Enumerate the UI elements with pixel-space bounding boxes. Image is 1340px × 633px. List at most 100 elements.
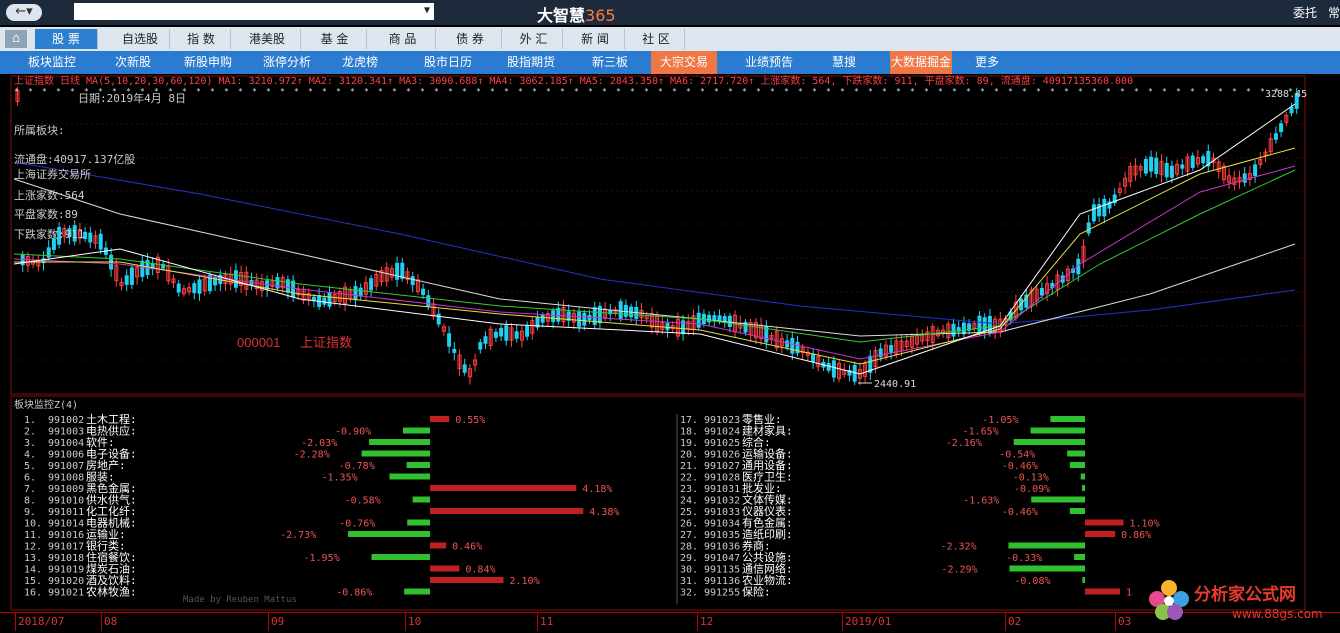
sector-no: 18. (680, 427, 698, 438)
low-price-label: 2440.91 (874, 379, 916, 390)
submenu-tab[interactable]: 业绩预告 (731, 51, 807, 74)
candle-body (478, 342, 483, 350)
candle-body (447, 333, 452, 347)
home-icon[interactable]: ⌂ (5, 30, 27, 48)
submenu-tab[interactable]: 新股申购 (174, 51, 242, 74)
submenu-tab[interactable]: 股市日历 (412, 51, 484, 74)
sector-code: 991036 (704, 542, 740, 553)
submenu-tab[interactable]: 股指期货 (494, 51, 568, 74)
submenu-tab[interactable]: 慧搜 (816, 51, 872, 74)
candle-body (176, 283, 181, 293)
sector-no: 29. (680, 553, 698, 564)
candle-body (1242, 173, 1247, 183)
marker-glyph: * (1022, 87, 1027, 96)
marker-glyph: * (1190, 87, 1195, 96)
time-tick-line (697, 613, 698, 631)
back-arrow-icon: ←▾ (15, 4, 33, 19)
marker-glyph: * (252, 87, 257, 96)
marker-glyph: * (994, 87, 999, 96)
menu-tab[interactable]: 债 券 (439, 29, 502, 49)
menu-tab[interactable]: 指 数 (172, 29, 231, 49)
marker-glyph: * (518, 87, 523, 96)
sector-code: 991047 (704, 553, 740, 564)
marker-glyph: * (336, 87, 341, 96)
title-bar: ←▾ ▼ 大智慧365 委托 常 (0, 0, 1340, 25)
date-label: 日期:2019年4月 8日 (78, 91, 186, 105)
candle-body (395, 262, 400, 280)
sector-bar (1080, 473, 1085, 480)
marker-glyph: * (532, 87, 537, 96)
submenu-tab[interactable]: 更多 (972, 51, 1002, 74)
sector-value: 1.10% (1130, 519, 1160, 530)
candle-body (1086, 222, 1091, 234)
sector-bar (430, 485, 577, 491)
sector-no: 25. (680, 507, 698, 518)
time-tick: 2019/01 (845, 615, 892, 628)
marker-glyph: * (224, 87, 229, 96)
marker-glyph: * (280, 87, 285, 96)
candle-body (504, 325, 509, 341)
candle-body (1164, 162, 1169, 178)
marker-glyph: * (1092, 87, 1097, 96)
sector-code: 991007 (48, 461, 84, 472)
sector-value: -2.28% (294, 450, 330, 461)
sector-no: 27. (680, 530, 698, 541)
candle-body (1102, 198, 1107, 217)
submenu-tab[interactable]: 新三板 (581, 51, 639, 74)
info-text: 所属板块: (14, 123, 65, 137)
sector-code: 991135 (704, 565, 740, 576)
made-by-label: Made by Reuben Mattus (183, 595, 297, 605)
marker-glyph: * (1050, 87, 1055, 96)
submenu-tab[interactable]: 大宗交易 (651, 51, 717, 74)
candle-body (618, 301, 623, 320)
submenu-tab[interactable]: 板块监控 (14, 51, 90, 74)
sector-no: 23. (680, 484, 698, 495)
address-combo[interactable]: ▼ (74, 3, 434, 20)
kline-chart[interactable]: 上证指数 日线 MA(5,10,20,30,60,120) MA1: 3210.… (0, 74, 1340, 612)
back-button[interactable]: ←▾ (6, 4, 42, 21)
trade-button[interactable]: 委托 (1293, 4, 1317, 21)
candle-body (499, 327, 504, 337)
candle-body (233, 270, 238, 288)
sector-no: 13. (24, 553, 42, 564)
time-axis[interactable]: 2018/07 08 09 10 11 12 2019/01 02 03 (0, 612, 1340, 633)
submenu-tab[interactable]: 涨停分析 (254, 51, 320, 74)
menu-tab[interactable]: 外 汇 (505, 29, 563, 49)
chevron-down-icon[interactable]: ▼ (424, 5, 430, 16)
candle-body (197, 279, 202, 294)
brand-number: 365 (585, 6, 616, 25)
sector-value: -0.78% (339, 461, 375, 472)
candle-body (421, 288, 426, 295)
menu-tab[interactable]: 股 票 (35, 29, 98, 49)
menu-tab[interactable]: 港美股 (234, 29, 301, 49)
menu-tab[interactable]: 商 品 (370, 29, 436, 49)
sector-value: -1.95% (304, 553, 340, 564)
marker-glyph: * (364, 87, 369, 96)
sector-code: 991016 (48, 530, 84, 541)
candle-body (426, 295, 431, 307)
marker-glyph: * (14, 87, 19, 96)
common-button[interactable]: 常 (1328, 4, 1340, 21)
submenu-tab[interactable]: 大数据掘金 (890, 51, 952, 74)
sector-bar (1082, 577, 1085, 583)
menu-tab[interactable]: 社 区 (628, 29, 685, 49)
sector-name[interactable]: 保险: (742, 585, 771, 599)
sector-bar (404, 588, 430, 595)
sector-name[interactable]: 农林牧渔: (86, 585, 137, 599)
submenu-tab[interactable]: 龙虎榜 (327, 51, 393, 74)
brand-text: 大智慧 (537, 6, 586, 25)
marker-glyph: * (770, 87, 775, 96)
submenu-tab[interactable]: 次新股 (104, 51, 162, 74)
menu-tab[interactable]: 新 闻 (566, 29, 625, 49)
marker-glyph: * (686, 87, 691, 96)
sector-no: 19. (680, 438, 698, 449)
candle-body (977, 315, 982, 334)
sector-bar (1067, 450, 1085, 457)
marker-glyph: * (630, 87, 635, 96)
marker-glyph: * (700, 87, 705, 96)
menu-tab[interactable]: 自选股 (111, 29, 170, 49)
sector-code: 991014 (48, 519, 84, 530)
candle-body (1279, 123, 1284, 133)
menu-tab[interactable]: 基 金 (303, 29, 367, 49)
marker-glyph: * (938, 87, 943, 96)
